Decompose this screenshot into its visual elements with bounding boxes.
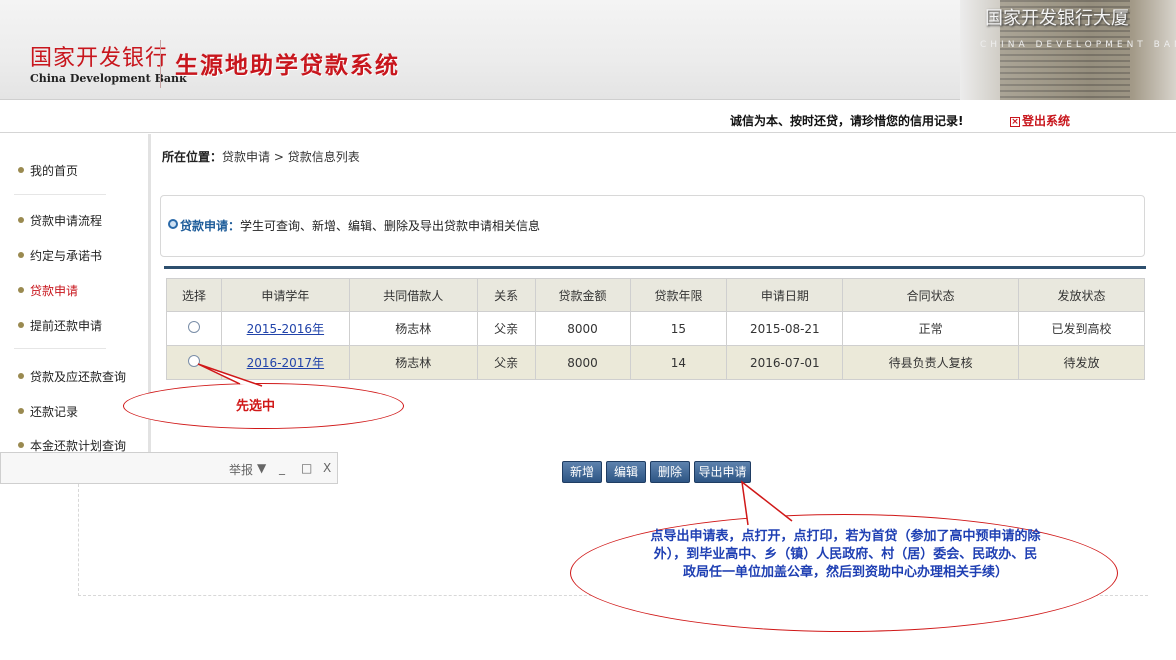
bank-logo-cn: 国家开发银行 xyxy=(30,46,169,71)
row-radio-button[interactable] xyxy=(187,355,200,367)
term-cell: 14 xyxy=(629,345,728,380)
year-cell[interactable]: 2016-2017年 xyxy=(220,345,350,380)
annotation-select-text: 先选中 xyxy=(236,399,276,414)
column-header: 共同借款人 xyxy=(348,278,478,312)
bullet-icon xyxy=(18,217,24,223)
bullet-icon xyxy=(18,442,24,448)
edit-button[interactable]: 编辑 xyxy=(606,461,646,483)
building-sub-text: CHINA DEVELOPMENT BANK xyxy=(980,40,1176,50)
page: 国家开发银行 China Development Bank 生源地助学贷款系统 … xyxy=(0,0,1176,660)
header-divider xyxy=(160,40,161,88)
year-cell[interactable]: 2015-2016年 xyxy=(220,311,350,346)
maximize-icon[interactable]: □ xyxy=(301,461,312,475)
sidebar-item-repayment-records[interactable]: 还款记录 xyxy=(18,403,78,420)
column-header: 合同状态 xyxy=(842,278,1020,312)
select-cell[interactable] xyxy=(166,345,222,380)
amount-cell: 8000 xyxy=(534,311,631,346)
column-header: 申请日期 xyxy=(726,278,844,312)
building-text: 国家开发银行大厦 xyxy=(985,8,1129,29)
sidebar-item-loan-application[interactable]: 贷款申请 xyxy=(18,282,78,299)
sidebar-item-label: 还款记录 xyxy=(30,405,79,419)
sidebar-item-early-repayment[interactable]: 提前还款申请 xyxy=(18,317,102,334)
table-row[interactable]: 2015-2016年 杨志林 父亲 8000 15 2015-08-21 正常 … xyxy=(166,311,1145,346)
co-borrower-cell: 杨志林 xyxy=(348,311,478,346)
system-title: 生源地助学贷款系统 xyxy=(175,53,400,79)
column-header: 申请学年 xyxy=(220,278,350,312)
column-header: 选择 xyxy=(166,278,222,312)
header: 国家开发银行 China Development Bank 生源地助学贷款系统 … xyxy=(0,0,1176,100)
relation-cell: 父亲 xyxy=(476,345,536,380)
sidebar-item-label: 本金还款计划查询 xyxy=(30,439,127,453)
year-link[interactable]: 2015-2016年 xyxy=(247,322,324,336)
loan-table: 选择 申请学年 共同借款人 关系 贷款金额 贷款年限 申请日期 合同状态 发放状… xyxy=(166,278,1145,380)
sidebar-item-label: 贷款申请 xyxy=(30,284,79,298)
delete-button[interactable]: 删除 xyxy=(650,461,690,483)
notice-bar xyxy=(0,100,1176,133)
column-header: 发放状态 xyxy=(1018,278,1145,312)
info-title: 贷款申请： xyxy=(180,219,241,233)
logout-link[interactable]: × 登出系统 xyxy=(1010,112,1070,129)
bullet-icon xyxy=(18,322,24,328)
breadcrumb-prefix: 所在位置： xyxy=(162,150,223,164)
dropdown-icon[interactable]: ▼ xyxy=(257,461,266,475)
close-icon[interactable]: X xyxy=(323,461,331,475)
info-text: 贷款申请：学生可查询、新增、编辑、删除及导出贷款申请相关信息 xyxy=(180,217,540,234)
close-x-icon: × xyxy=(1010,117,1020,127)
sidebar-item-loan-process[interactable]: 贷款申请流程 xyxy=(18,212,102,229)
contract-status-cell: 待县负责人复核 xyxy=(842,345,1020,380)
bullet-icon xyxy=(18,167,24,173)
disburse-status-cell: 待发放 xyxy=(1018,345,1145,380)
date-cell: 2015-08-21 xyxy=(726,311,844,346)
bank-logo-en: China Development Bank xyxy=(30,72,187,85)
floating-mini-toolbar: 举报 ▼ _ □ X xyxy=(0,452,338,484)
sidebar-item-label: 我的首页 xyxy=(30,164,79,178)
logout-label: 登出系统 xyxy=(1022,114,1071,128)
sidebar-item-label: 约定与承诺书 xyxy=(30,249,103,263)
column-header: 贷款年限 xyxy=(629,278,728,312)
contract-status-cell: 正常 xyxy=(842,311,1020,346)
sidebar-separator xyxy=(14,194,106,195)
minimize-icon[interactable]: _ xyxy=(279,461,285,475)
annotation-instructions-text: 点导出申请表，点打开，点打印，若为首贷（参加了高中预申请的除外），到毕业高中、乡… xyxy=(650,529,1041,580)
table-header-row: 选择 申请学年 共同借款人 关系 贷款金额 贷款年限 申请日期 合同状态 发放状… xyxy=(166,278,1145,312)
info-description: 学生可查询、新增、编辑、删除及导出贷款申请相关信息 xyxy=(240,219,541,233)
term-cell: 15 xyxy=(629,311,728,346)
export-application-button[interactable]: 导出申请表 xyxy=(694,461,751,499)
sidebar-item-label: 贷款及应还款查询 xyxy=(30,370,127,384)
info-circle-icon xyxy=(168,219,178,229)
sidebar-item-label: 提前还款申请 xyxy=(30,319,103,333)
bullet-icon xyxy=(18,287,24,293)
credit-notice: 诚信为本、按时还贷，请珍惜您的信用记录! xyxy=(730,114,964,128)
year-link[interactable]: 2016-2017年 xyxy=(247,356,324,370)
column-header: 贷款金额 xyxy=(534,278,631,312)
sidebar-item-label: 贷款申请流程 xyxy=(30,214,103,228)
bullet-icon xyxy=(18,373,24,379)
table-top-rule xyxy=(164,266,1146,269)
breadcrumb: 所在位置：贷款申请 > 贷款信息列表 xyxy=(162,148,360,165)
bullet-icon xyxy=(18,252,24,258)
table-row[interactable]: 2016-2017年 杨志林 父亲 8000 14 2016-07-01 待县负… xyxy=(166,345,1145,380)
breadcrumb-path: 贷款申请 > 贷款信息列表 xyxy=(222,150,360,164)
co-borrower-cell: 杨志林 xyxy=(348,345,478,380)
relation-cell: 父亲 xyxy=(476,311,536,346)
sidebar-separator xyxy=(14,348,106,349)
sidebar-item-agreement[interactable]: 约定与承诺书 xyxy=(18,247,102,264)
bullet-icon xyxy=(18,408,24,414)
sidebar-item-home[interactable]: 我的首页 xyxy=(18,162,78,179)
row-radio-button[interactable] xyxy=(187,321,200,333)
amount-cell: 8000 xyxy=(534,345,631,380)
add-button[interactable]: 新增 xyxy=(562,461,602,483)
building-image: 国家开发银行大厦 CHINA DEVELOPMENT BANK xyxy=(960,0,1176,100)
date-cell: 2016-07-01 xyxy=(726,345,844,380)
report-link[interactable]: 举报 xyxy=(229,461,253,478)
select-cell[interactable] xyxy=(166,311,222,346)
disburse-status-cell: 已发到高校 xyxy=(1018,311,1145,346)
column-header: 关系 xyxy=(476,278,536,312)
sidebar-item-loan-query[interactable]: 贷款及应还款查询 xyxy=(18,368,126,385)
